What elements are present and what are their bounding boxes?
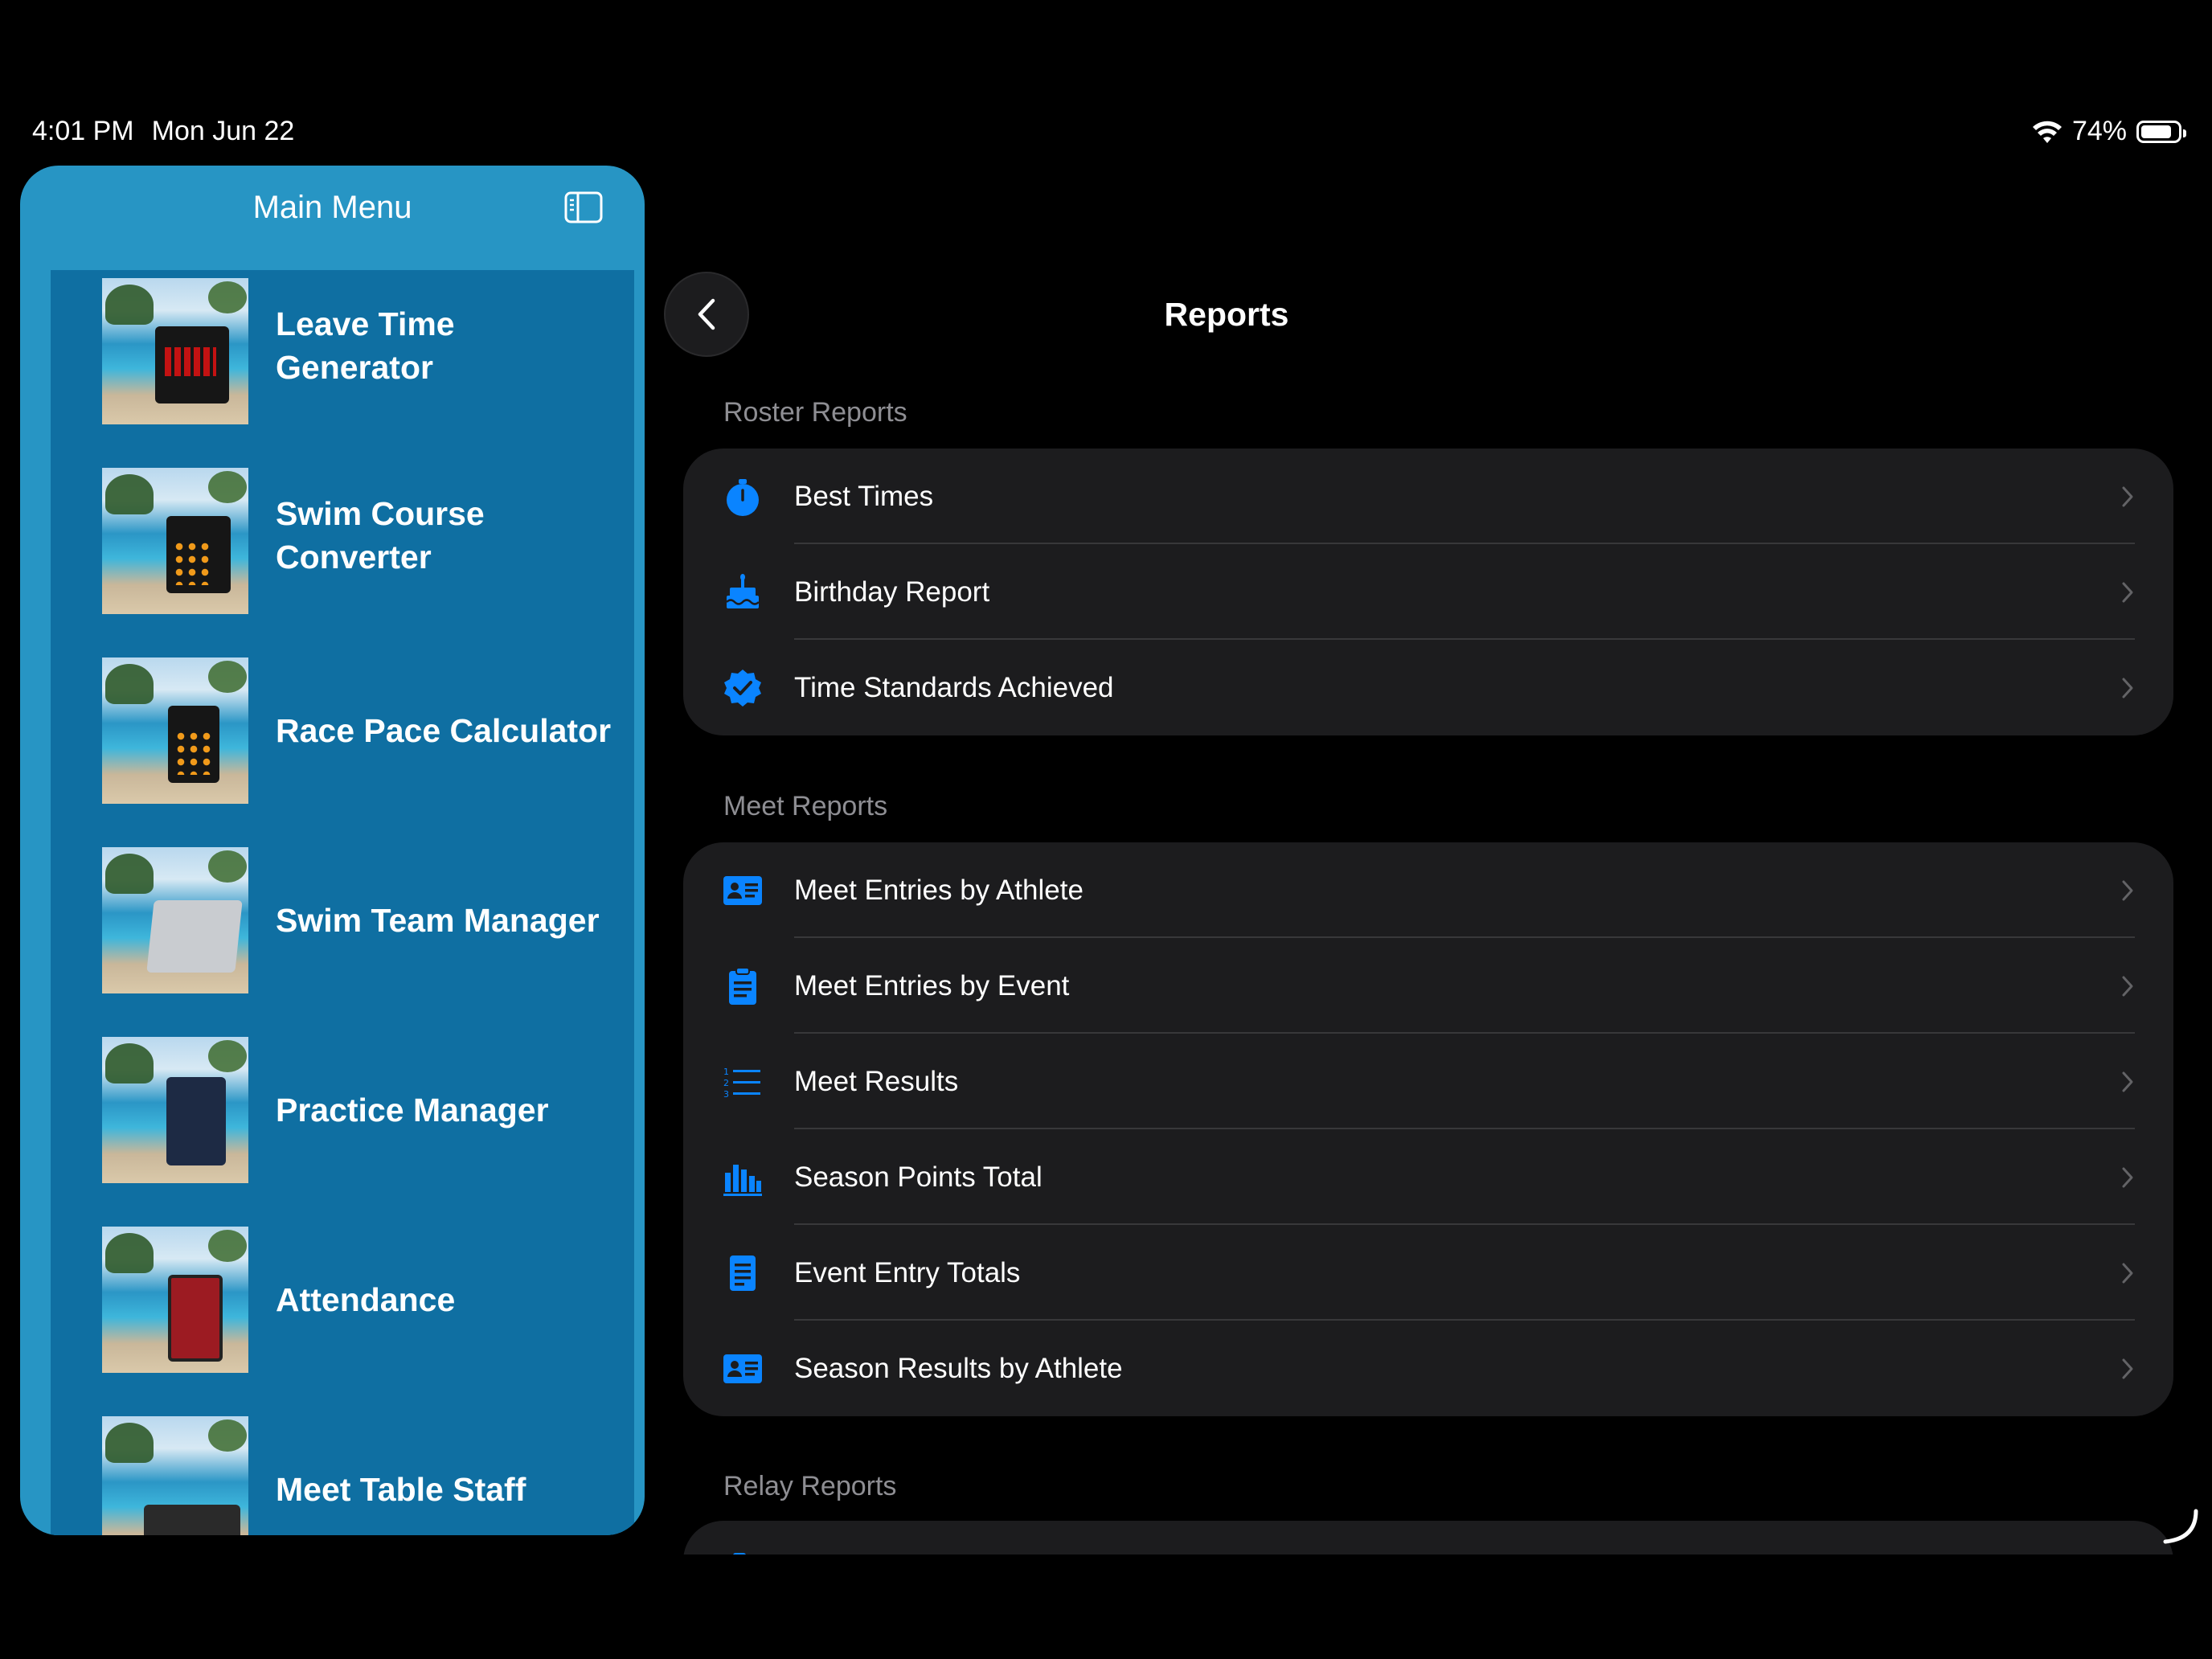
chevron-right-icon (2120, 1165, 2135, 1190)
status-date: Mon Jun 22 (151, 116, 295, 146)
svg-text:2: 2 (723, 1078, 729, 1088)
sidebar-header: Main Menu (20, 166, 645, 270)
main-menu-list: Leave Time Generator Swim Course Convert… (51, 270, 634, 1535)
chevron-right-icon (2120, 879, 2135, 903)
page-title: Reports (1164, 296, 1289, 333)
birthday-cake-icon (722, 571, 764, 613)
menu-item-label: Swim Course Converter (276, 495, 485, 576)
chevron-right-icon (2120, 1070, 2135, 1094)
row-meet-entries-by-event[interactable]: Meet Entries by Event (683, 938, 2173, 1034)
menu-item-swim-course-converter[interactable]: Swim Course Converter (51, 460, 634, 649)
leave-time-generator-thumbnail (102, 278, 248, 424)
stopwatch-icon (722, 476, 764, 518)
swim-team-manager-thumbnail (102, 847, 248, 993)
chevron-right-icon (2120, 676, 2135, 700)
battery-icon (2136, 120, 2186, 143)
chevron-right-icon (2120, 1261, 2135, 1285)
menu-item-label: Attendance (276, 1281, 456, 1318)
menu-item-label: Leave Time Generator (276, 305, 455, 386)
status-bar-left: 4:01 PM Mon Jun 22 (32, 116, 312, 147)
row-meet-results[interactable]: 123 Meet Results (683, 1034, 2173, 1129)
sidebar: Main Menu Leave Time Generator Swim Cour… (20, 166, 645, 1535)
chevron-right-icon (2120, 485, 2135, 509)
roster-reports-group: Best Times Birthday Report Time Standard… (683, 449, 2173, 735)
clipboard-icon (722, 965, 764, 1007)
status-bar-right: 74% (2032, 116, 2186, 147)
menu-item-leave-time-generator[interactable]: Leave Time Generator (51, 270, 634, 460)
menu-item-label: Swim Team Manager (276, 902, 600, 939)
person-card-icon (722, 870, 764, 911)
attendance-thumbnail (102, 1227, 248, 1373)
race-pace-calculator-thumbnail (102, 657, 248, 804)
row-label: Event Entry Totals (794, 1256, 1021, 1288)
sidebar-toggle-icon[interactable] (564, 191, 603, 223)
svg-text:3: 3 (723, 1089, 729, 1100)
row-event-entry-totals[interactable]: Event Entry Totals (683, 1225, 2173, 1321)
row-meet-entries-by-athlete[interactable]: Meet Entries by Athlete (683, 842, 2173, 938)
chevron-right-icon (2120, 580, 2135, 604)
chevron-right-icon (2120, 1357, 2135, 1381)
battery-percentage: 74% (2071, 116, 2127, 146)
row-best-times[interactable]: Best Times (683, 449, 2173, 544)
wifi-icon (2032, 119, 2062, 145)
status-time: 4:01 PM (32, 116, 134, 146)
row-season-points-total[interactable]: Season Points Total (683, 1129, 2173, 1225)
row-label: Meet Entries by Event (794, 969, 1070, 1002)
menu-item-label: Race Pace Calculator (276, 712, 612, 749)
row-label: Time Standards Achieved (794, 671, 1114, 703)
meet-table-staff-thumbnail (102, 1416, 248, 1535)
swim-course-converter-thumbnail (102, 468, 248, 614)
bar-chart-icon (722, 1157, 764, 1198)
sidebar-title: Main Menu (252, 190, 412, 225)
row-label: Birthday Report (794, 576, 990, 608)
menu-item-label: Practice Manager (276, 1092, 549, 1129)
row-label: Best Times (794, 480, 934, 512)
section-title-relay-reports: Relay Reports (723, 1471, 897, 1501)
practice-manager-thumbnail (102, 1037, 248, 1183)
menu-item-label: Meet Table Staff (276, 1471, 526, 1508)
section-title-meet-reports: Meet Reports (723, 791, 888, 821)
row-birthday-report[interactable]: Birthday Report (683, 544, 2173, 640)
svg-text:1: 1 (723, 1067, 729, 1077)
chevron-right-icon (2120, 974, 2135, 998)
menu-item-race-pace-calculator[interactable]: Race Pace Calculator (51, 649, 634, 839)
row-label: Season Points Total (794, 1161, 1043, 1193)
menu-item-meet-table-staff[interactable]: Meet Table Staff (51, 1408, 634, 1535)
row-label: Meet Results (794, 1065, 959, 1097)
row-season-results-by-athlete[interactable]: Season Results by Athlete (683, 1321, 2173, 1416)
back-button[interactable] (664, 272, 749, 357)
resize-handle-icon[interactable] (2162, 1508, 2199, 1545)
menu-item-practice-manager[interactable]: Practice Manager (51, 1029, 634, 1219)
chevron-left-icon (698, 298, 715, 330)
person-card-icon (722, 1348, 764, 1390)
menu-item-attendance[interactable]: Attendance (51, 1219, 634, 1408)
section-title-roster-reports: Roster Reports (723, 397, 907, 428)
numbered-list-icon: 123 (722, 1061, 764, 1103)
meet-reports-group: Meet Entries by Athlete Meet Entries by … (683, 842, 2173, 1416)
document-icon (722, 1252, 764, 1294)
checkmark-seal-icon (722, 667, 764, 709)
row-time-standards-achieved[interactable]: Time Standards Achieved (683, 640, 2173, 735)
row-label: Meet Entries by Athlete (794, 874, 1083, 906)
menu-item-swim-team-manager[interactable]: Swim Team Manager (51, 839, 634, 1029)
row-label: Season Results by Athlete (794, 1352, 1123, 1384)
